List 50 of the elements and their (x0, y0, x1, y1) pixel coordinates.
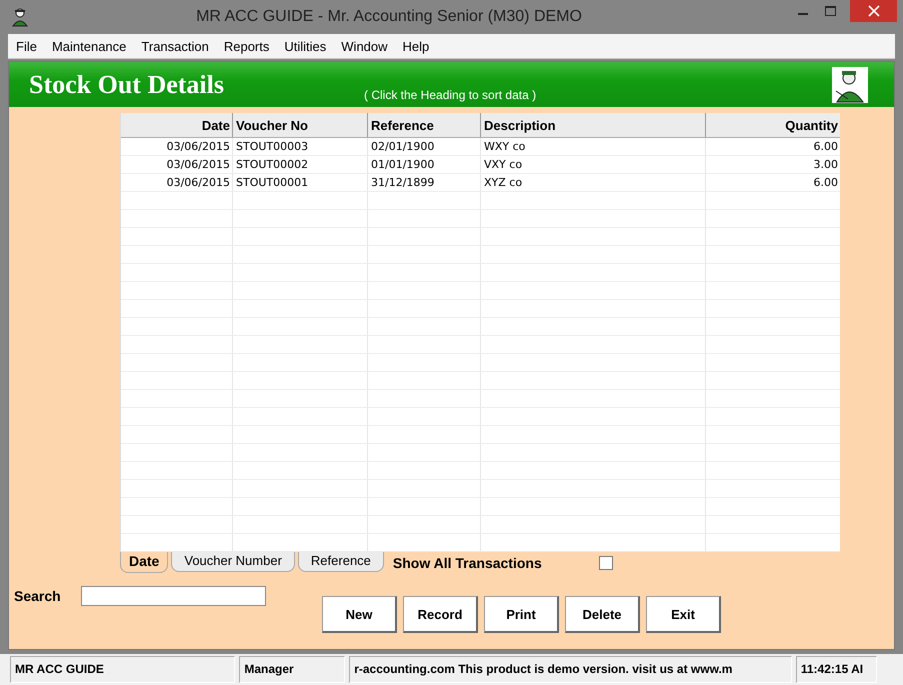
table-cell: WXY co (481, 138, 706, 155)
action-button[interactable]: Exit (646, 596, 721, 633)
column-header[interactable]: Quantity (706, 113, 840, 137)
action-button[interactable]: Print (484, 596, 559, 633)
sort-tab[interactable]: Date (120, 552, 168, 573)
column-header[interactable]: Voucher No (233, 113, 368, 137)
man-icon (10, 7, 30, 27)
close-button[interactable] (850, 0, 897, 22)
action-button[interactable]: Delete (565, 596, 640, 633)
table-cell-text: 6.00 (812, 139, 839, 155)
column-header[interactable]: Reference (368, 113, 481, 137)
table-cell: 03/06/2015 (121, 138, 233, 155)
status-panel: 11:42:15 AI (796, 656, 877, 683)
table-cell: 01/01/1900 (368, 156, 481, 173)
action-button[interactable]: New (322, 596, 397, 633)
man-icon (832, 67, 868, 103)
table-cell: 03/06/2015 (121, 156, 233, 173)
menu-item[interactable]: Reports (224, 38, 270, 54)
table-cell: VXY co (481, 156, 706, 173)
sort-tab[interactable]: Reference (298, 552, 384, 572)
status-panel: Manager (239, 656, 346, 683)
status-panel: r-accounting.com This product is demo version. visit us at www.m (349, 656, 792, 683)
table-cell: STOUT00001 (233, 174, 368, 191)
table-cell: STOUT00002 (233, 156, 368, 173)
table-cell: XYZ co (481, 174, 706, 191)
table-cell: 03/06/2015 (121, 174, 233, 191)
close-icon (868, 5, 880, 17)
table-cell: 02/01/1900 (368, 138, 481, 155)
status-panel: MR ACC GUIDE (10, 656, 236, 683)
menu-item[interactable]: Utilities (284, 38, 326, 54)
show-all-checkbox[interactable] (598, 556, 613, 570)
action-button[interactable]: Record (403, 596, 478, 633)
search-label: Search (14, 588, 62, 604)
form-title: Stock Out Details (29, 70, 224, 100)
sort-tab[interactable]: Voucher Number (171, 552, 295, 572)
menu-item[interactable]: Transaction (141, 38, 209, 54)
window-title: MR ACC GUIDE - Mr. Accounting Senior (M30) DEMO (195, 8, 583, 26)
menu-item[interactable]: File (16, 38, 37, 54)
search-field[interactable] (81, 586, 266, 606)
table-cell: 31/12/1899 (368, 174, 481, 191)
sort-hint: ( Click the Heading to sort data ) (364, 88, 538, 102)
column-header[interactable]: Description (481, 113, 706, 137)
table-cell-text: 6.00 (812, 175, 839, 191)
show-all-label: Show All Transactions (392, 555, 543, 571)
menu-item[interactable]: Maintenance (52, 38, 126, 54)
menu-item[interactable]: Help (402, 38, 430, 54)
table-cell: STOUT00003 (233, 138, 368, 155)
table-cell-text: 3.00 (812, 157, 839, 173)
menu-item[interactable]: Window (341, 38, 388, 54)
column-header[interactable]: Date (121, 113, 233, 137)
